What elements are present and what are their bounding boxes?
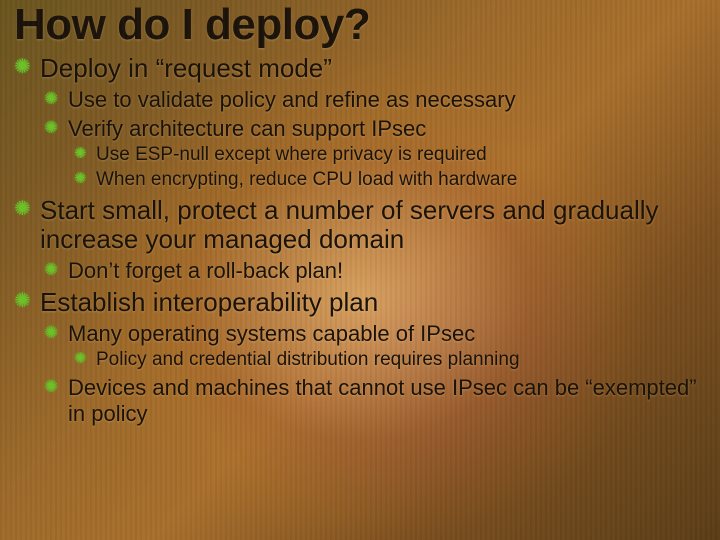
slide-title: How do I deploy? — [14, 2, 706, 48]
star-bullet-icon: ✺ — [74, 350, 87, 368]
list-item: ✺ Deploy in “request mode” ✺ Use to vali… — [14, 54, 706, 191]
list-item-text: Use ESP-null except where privacy is req… — [96, 144, 487, 165]
star-bullet-icon: ✺ — [44, 377, 58, 397]
list-item: ✺ Don’t forget a roll-back plan! — [44, 258, 706, 284]
list-item: ✺ Use ESP-null except where privacy is r… — [74, 144, 706, 167]
star-bullet-icon: ✺ — [14, 290, 31, 313]
list-item-text: Many operating systems capable of IPsec — [68, 321, 475, 346]
star-bullet-icon: ✺ — [44, 118, 58, 138]
list-item-text: When encrypting, reduce CPU load with ha… — [96, 169, 517, 190]
list-item-text: Start small, protect a number of servers… — [40, 195, 659, 255]
list-item-text: Use to validate policy and refine as nec… — [68, 87, 516, 112]
list-item: ✺ Establish interoperability plan ✺ Many… — [14, 288, 706, 427]
list-item-text: Verify architecture can support IPsec — [68, 116, 426, 141]
list-item-text: Deploy in “request mode” — [40, 53, 332, 83]
list-item-text: Devices and machines that cannot use IPs… — [68, 375, 697, 426]
star-bullet-icon: ✺ — [44, 323, 58, 343]
star-bullet-icon: ✺ — [44, 260, 58, 280]
slide: How do I deploy? ✺ Deploy in “request mo… — [0, 0, 720, 540]
star-bullet-icon: ✺ — [74, 145, 87, 163]
list-item: ✺ When encrypting, reduce CPU load with … — [74, 169, 706, 192]
list-item: ✺ Use to validate policy and refine as n… — [44, 87, 706, 113]
list-item: ✺ Many operating systems capable of IPse… — [44, 321, 706, 372]
bullet-list: ✺ Deploy in “request mode” ✺ Use to vali… — [14, 54, 706, 427]
list-item: ✺ Verify architecture can support IPsec … — [44, 116, 706, 192]
star-bullet-icon: ✺ — [14, 56, 31, 79]
list-item-text: Establish interoperability plan — [40, 287, 378, 317]
star-bullet-icon: ✺ — [44, 89, 58, 109]
star-bullet-icon: ✺ — [14, 198, 31, 221]
list-item: ✺ Policy and credential distribution req… — [74, 349, 706, 372]
list-item: ✺ Devices and machines that cannot use I… — [44, 375, 706, 427]
list-item-text: Policy and credential distribution requi… — [96, 349, 520, 370]
star-bullet-icon: ✺ — [74, 170, 87, 188]
list-item-text: Don’t forget a roll-back plan! — [68, 258, 343, 283]
list-item: ✺ Start small, protect a number of serve… — [14, 196, 706, 285]
